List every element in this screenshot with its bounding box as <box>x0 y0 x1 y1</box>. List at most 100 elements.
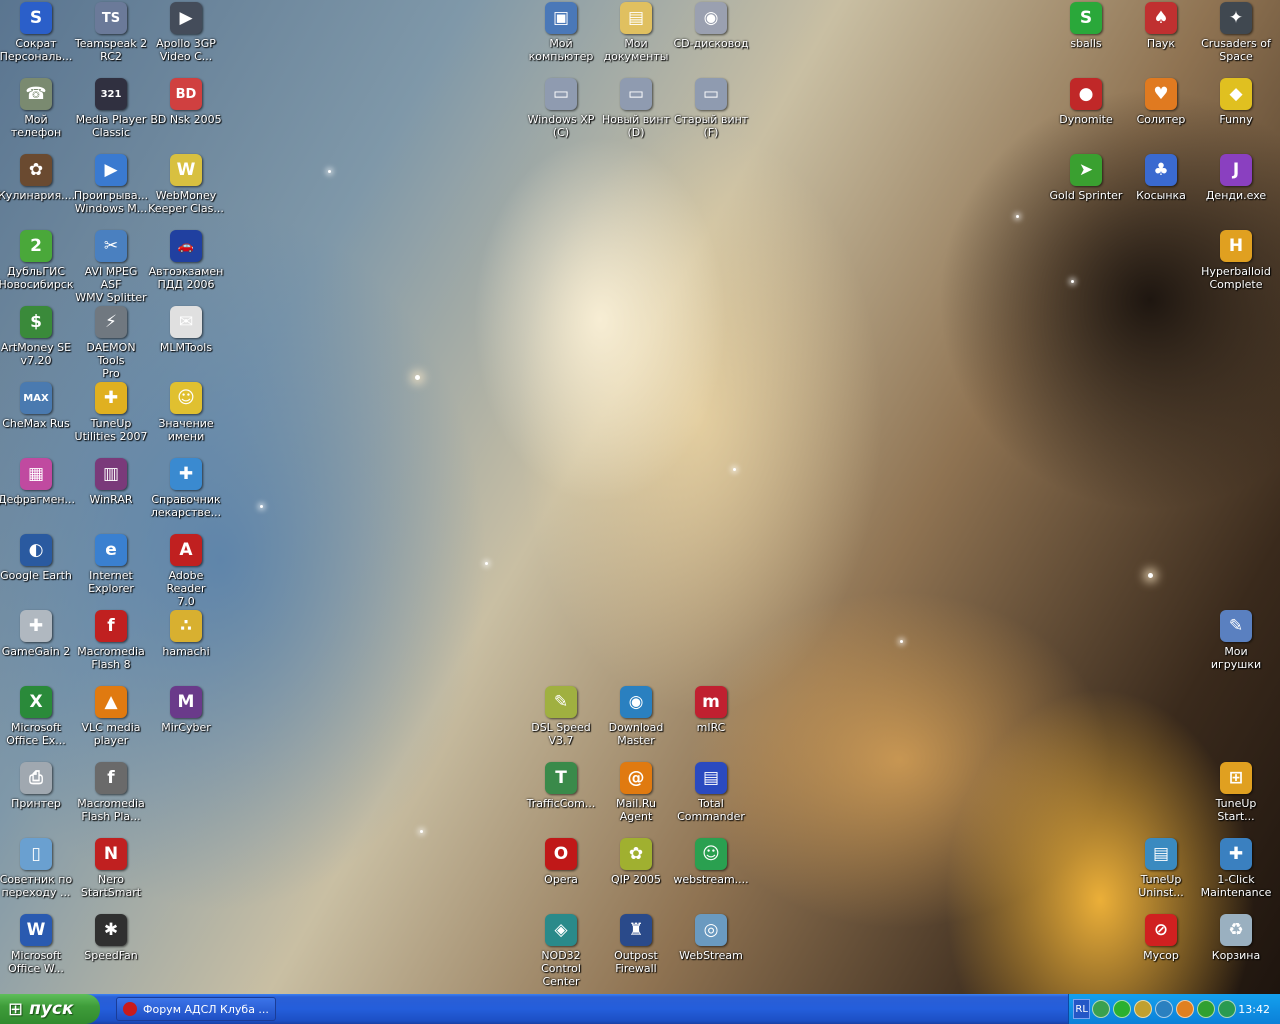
desktop-icon[interactable]: W Microsoft Office W... <box>0 912 74 984</box>
desktop-icon[interactable]: 321 Media Player Classic <box>73 76 149 148</box>
desktop-icon[interactable]: ▤ Total Commander <box>673 760 749 832</box>
desktop-icon-label: Корзина <box>1211 949 1261 962</box>
desktop-icon[interactable]: ☎ Мой телефон <box>0 76 74 148</box>
tray-app-icon[interactable] <box>1092 1000 1111 1018</box>
app-icon: ✂ <box>95 230 127 262</box>
desktop-icon[interactable]: S Сократ Персональ... <box>0 0 74 72</box>
desktop-icon[interactable]: ▥ WinRAR <box>73 456 149 528</box>
desktop-icon[interactable]: ▯ Советник по переходу ... <box>0 836 74 908</box>
app-icon: ◈ <box>545 914 577 946</box>
desktop-icon[interactable]: ♠ Паук <box>1123 0 1199 72</box>
desktop-icon[interactable]: A Adobe Reader 7.0 <box>148 532 224 608</box>
desktop-icon[interactable]: ✚ Справочник лекарстве... <box>148 456 224 528</box>
tray-app-icon[interactable] <box>1218 1000 1237 1018</box>
language-indicator[interactable]: RL <box>1073 999 1091 1019</box>
desktop-icon[interactable]: M MirCyber <box>148 684 224 756</box>
desktop-icon[interactable]: 🚗 Автоэкзамен ПДД 2006 <box>148 228 224 300</box>
desktop-icon[interactable]: ♻ Корзина <box>1198 912 1274 984</box>
desktop-icon[interactable]: O Opera <box>523 836 599 908</box>
desktop-icon[interactable]: ▭ Новый винт (D) <box>598 76 674 148</box>
desktop-icon[interactable]: ➤ Gold Sprinter <box>1048 152 1124 224</box>
desktop-icon[interactable]: ◉ Download Master <box>598 684 674 756</box>
desktop-icon[interactable]: ▦ Дефрагмен... <box>0 456 75 528</box>
desktop-icon[interactable]: f Macromedia Flash Pla... <box>73 760 149 832</box>
desktop-icon[interactable]: ▲ VLC media player <box>73 684 149 756</box>
desktop-icon[interactable]: ⚡ DAEMON Tools Pro <box>73 304 149 380</box>
desktop-icon[interactable]: ⊘ Мусор <box>1123 912 1199 984</box>
desktop-icon[interactable]: ☺ webstream.... <box>673 836 749 908</box>
tray-app-icon[interactable] <box>1134 1000 1153 1018</box>
desktop-icon[interactable]: ☺ Значение имени <box>148 380 224 452</box>
desktop-icon[interactable]: ∴ hamachi <box>148 608 224 680</box>
desktop-icon[interactable]: ✂ AVI MPEG ASF WMV Splitter <box>73 228 149 304</box>
desktop-icon[interactable]: m mIRC <box>673 684 749 756</box>
desktop-icon[interactable]: $ ArtMoney SE v7.20 <box>0 304 74 376</box>
desktop-icon[interactable]: TS Teamspeak 2 RC2 <box>73 0 149 72</box>
desktop-icon[interactable]: ✿ Кулинария.... <box>0 152 75 224</box>
clock[interactable]: 13:42 <box>1238 1003 1270 1016</box>
tray-app-icon[interactable] <box>1155 1000 1174 1018</box>
desktop-icon[interactable]: ♥ Солитер <box>1123 76 1199 148</box>
desktop-icon[interactable]: ✚ TuneUp Utilities 2007 <box>73 380 149 452</box>
star-decoration <box>733 468 736 471</box>
desktop-icon[interactable]: ▭ Windows XP (C) <box>523 76 599 148</box>
desktop-icon[interactable]: ✦ Crusaders of Space <box>1198 0 1274 72</box>
desktop-icon-label: Dynomite <box>1059 113 1113 126</box>
desktop-icon[interactable]: ▶ Apollo 3GP Video C... <box>148 0 224 72</box>
start-button[interactable]: ⊞ пуск <box>0 994 100 1024</box>
app-icon: e <box>95 534 127 566</box>
desktop-icon[interactable]: ▤ TuneUp Uninst... <box>1123 836 1199 908</box>
desktop-icon[interactable]: ◐ Google Earth <box>0 532 74 604</box>
desktop-icon[interactable]: ▣ Мой компьютер <box>523 0 599 72</box>
desktop-icon[interactable]: ✎ DSL Speed V3.7 <box>523 684 599 756</box>
desktop-icon[interactable]: ◎ WebStream <box>673 912 749 984</box>
tray-app-icon[interactable] <box>1113 1000 1132 1018</box>
app-icon: S <box>20 2 52 34</box>
desktop-icon[interactable]: ♣ Косынка <box>1123 152 1199 224</box>
desktop-icon-label: WinRAR <box>89 493 133 506</box>
tray-app-icon[interactable] <box>1176 1000 1195 1018</box>
desktop-icon[interactable]: ⊞ TuneUp Start... <box>1198 760 1274 832</box>
desktop-icon[interactable]: e Internet Explorer <box>73 532 149 604</box>
taskbar-item-opera-forum[interactable]: Форум АДСЛ Клуба ... <box>116 997 276 1021</box>
desktop-icon[interactable]: ✱ SpeedFan <box>73 912 149 984</box>
desktop-icon[interactable]: Ssballs <box>1048 0 1124 72</box>
desktop-icon[interactable]: T TrafficCom... <box>523 760 599 832</box>
desktop-icon[interactable]: H Hyperballoid Complete <box>1198 228 1274 300</box>
desktop-icon[interactable]: MAX CheMax Rus <box>0 380 74 452</box>
desktop-icon[interactable]: 2 ДубльГИС Новосибирск <box>0 228 74 300</box>
desktop-icon[interactable]: J Денди.exe <box>1198 152 1274 224</box>
desktop-icon-label: QIP 2005 <box>610 873 662 886</box>
desktop-icon-label: mIRC <box>696 721 726 734</box>
desktop-icon[interactable]: ⎙ Принтер <box>0 760 74 832</box>
desktop-icon[interactable]: ✎ Мои игрушки <box>1198 608 1274 680</box>
desktop-icon-label: Teamspeak 2 RC2 <box>74 37 148 63</box>
desktop-icon[interactable]: ● Dynomite <box>1048 76 1124 148</box>
desktop-icon[interactable]: ✉ MLMTools <box>148 304 224 376</box>
desktop-icon[interactable]: ▶ Проигрыва... Windows M... <box>73 152 149 224</box>
desktop-icon[interactable]: BD BD Nsk 2005 <box>148 76 224 148</box>
desktop-icon-label: Mail.Ru Agent <box>616 797 656 823</box>
desktop-icon[interactable]: ◆ Funny <box>1198 76 1274 148</box>
app-icon: 🚗 <box>170 230 202 262</box>
desktop-icon-label: ДубльГИС Новосибирск <box>0 265 74 291</box>
taskbar-item-label: Форум АДСЛ Клуба ... <box>143 1002 269 1016</box>
desktop-icon[interactable]: ✚ 1-Click Maintenance <box>1198 836 1274 908</box>
desktop-icon[interactable]: @ Mail.Ru Agent <box>598 760 674 832</box>
desktop-icon[interactable]: ♜ Outpost Firewall <box>598 912 674 984</box>
desktop-icon[interactable]: ◈ NOD32 Control Center <box>523 912 599 988</box>
desktop-icon[interactable]: X Microsoft Office Ex... <box>0 684 74 756</box>
desktop-icon[interactable]: ▭ Старый винт (F) <box>673 76 749 148</box>
app-icon: ▶ <box>170 2 202 34</box>
tray-app-icon[interactable] <box>1197 1000 1216 1018</box>
desktop-icon[interactable]: ▤ Мои документы <box>598 0 674 72</box>
desktop-icon[interactable]: W WebMoney Keeper Clas... <box>148 152 224 224</box>
desktop-icon[interactable]: N Nero StartSmart <box>73 836 149 908</box>
app-icon: TS <box>95 2 127 34</box>
desktop-icon-label: Windows XP (C) <box>527 113 595 139</box>
desktop-icon[interactable]: ✿ QIP 2005 <box>598 836 674 908</box>
desktop-icon[interactable]: f Macromedia Flash 8 <box>73 608 149 680</box>
desktop-icon[interactable]: ✚ GameGain 2 <box>0 608 74 680</box>
desktop-icon[interactable]: ◉ CD-дисковод <box>673 0 749 72</box>
app-icon: O <box>545 838 577 870</box>
